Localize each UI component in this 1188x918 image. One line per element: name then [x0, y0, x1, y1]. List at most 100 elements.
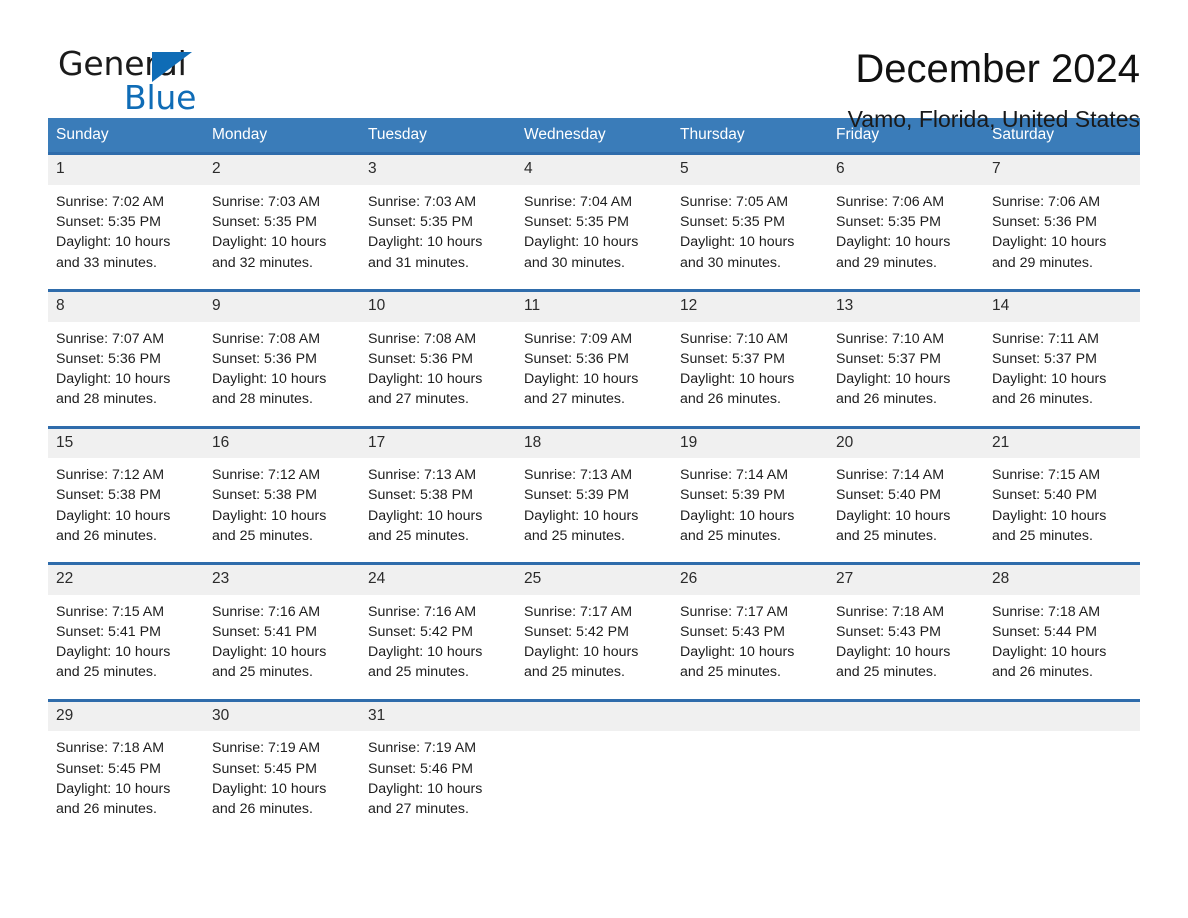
day-number-11[interactable]: 11 — [516, 292, 672, 322]
day-number-16[interactable]: 16 — [204, 429, 360, 459]
day-number-7[interactable]: 7 — [984, 155, 1140, 185]
week-detail-band: Sunrise: 7:12 AM Sunset: 5:38 PM Daylight:… — [48, 458, 1140, 562]
week-detail-band: Sunrise: 7:02 AM Sunset: 5:35 PM Daylight:… — [48, 185, 1140, 289]
daylight-text: Daylight: 10 hours and 25 minutes. — [56, 644, 171, 681]
day-number-30[interactable]: 30 — [204, 702, 360, 732]
day-number-18[interactable]: 18 — [516, 429, 672, 459]
sunset-text: Sunset: 5:35 PM — [56, 214, 161, 231]
day-number-9[interactable]: 9 — [204, 292, 360, 322]
day-cell-12[interactable]: Sunrise: 7:10 AM Sunset: 5:37 PM Daylight:… — [672, 322, 828, 426]
sunrise-text: Sunrise: 7:09 AM — [524, 330, 633, 347]
day-cell-29[interactable]: Sunrise: 7:18 AM Sunset: 5:45 PM Daylight:… — [48, 731, 204, 835]
day-cell-21[interactable]: Sunrise: 7:15 AM Sunset: 5:40 PM Daylight:… — [984, 458, 1140, 562]
sunrise-text: Sunrise: 7:08 AM — [212, 330, 321, 347]
sunrise-text: Sunrise: 7:18 AM — [56, 740, 165, 757]
day-cell-28[interactable]: Sunrise: 7:18 AM Sunset: 5:44 PM Daylight:… — [984, 595, 1140, 699]
day-number-3[interactable]: 3 — [360, 155, 516, 185]
daylight-text: Daylight: 10 hours and 32 minutes. — [212, 234, 327, 271]
day-cell-5[interactable]: Sunrise: 7:05 AM Sunset: 5:35 PM Daylight:… — [672, 185, 828, 289]
sunrise-text: Sunrise: 7:19 AM — [368, 740, 477, 757]
sunrise-text: Sunrise: 7:13 AM — [368, 467, 477, 484]
sunrise-text: Sunrise: 7:07 AM — [56, 330, 165, 347]
sunrise-text: Sunrise: 7:03 AM — [368, 193, 477, 210]
day-cell-23[interactable]: Sunrise: 7:16 AM Sunset: 5:41 PM Daylight:… — [204, 595, 360, 699]
day-cell-10[interactable]: Sunrise: 7:08 AM Sunset: 5:36 PM Daylight:… — [360, 322, 516, 426]
sunset-text: Sunset: 5:43 PM — [836, 623, 941, 640]
day-number-14[interactable]: 14 — [984, 292, 1140, 322]
day-cell-13[interactable]: Sunrise: 7:10 AM Sunset: 5:37 PM Daylight:… — [828, 322, 984, 426]
day-number-20[interactable]: 20 — [828, 429, 984, 459]
day-cell-30[interactable]: Sunrise: 7:19 AM Sunset: 5:45 PM Daylight:… — [204, 731, 360, 835]
day-cell-9[interactable]: Sunrise: 7:08 AM Sunset: 5:36 PM Daylight:… — [204, 322, 360, 426]
day-number-15[interactable]: 15 — [48, 429, 204, 459]
day-number-24[interactable]: 24 — [360, 565, 516, 595]
day-cell-14[interactable]: Sunrise: 7:11 AM Sunset: 5:37 PM Daylight:… — [984, 322, 1140, 426]
day-cell-22[interactable]: Sunrise: 7:15 AM Sunset: 5:41 PM Daylight:… — [48, 595, 204, 699]
sunset-text: Sunset: 5:35 PM — [680, 214, 785, 231]
day-cell-31[interactable]: Sunrise: 7:19 AM Sunset: 5:46 PM Daylight:… — [360, 731, 516, 835]
day-of-week-header-saturday: Saturday — [992, 126, 1055, 143]
day-cell-20[interactable]: Sunrise: 7:14 AM Sunset: 5:40 PM Daylight:… — [828, 458, 984, 562]
day-cell-25[interactable]: Sunrise: 7:17 AM Sunset: 5:42 PM Daylight:… — [516, 595, 672, 699]
sunset-text: Sunset: 5:36 PM — [212, 350, 317, 367]
daylight-text: Daylight: 10 hours and 25 minutes. — [680, 507, 795, 544]
day-cell-26[interactable]: Sunrise: 7:17 AM Sunset: 5:43 PM Daylight:… — [672, 595, 828, 699]
week-day-number-band: 29 30 31 — [48, 701, 1140, 732]
day-number-17[interactable]: 17 — [360, 429, 516, 459]
sunrise-text: Sunrise: 7:10 AM — [680, 330, 789, 347]
day-number-21[interactable]: 21 — [984, 429, 1140, 459]
day-number-19[interactable]: 19 — [672, 429, 828, 459]
day-number-27[interactable]: 27 — [828, 565, 984, 595]
sunrise-text: Sunrise: 7:16 AM — [368, 603, 477, 620]
day-cell-27[interactable]: Sunrise: 7:18 AM Sunset: 5:43 PM Daylight:… — [828, 595, 984, 699]
day-of-week-header-tuesday: Tuesday — [368, 126, 427, 143]
day-cell-2[interactable]: Sunrise: 7:03 AM Sunset: 5:35 PM Daylight:… — [204, 185, 360, 289]
day-cell-16[interactable]: Sunrise: 7:12 AM Sunset: 5:38 PM Daylight:… — [204, 458, 360, 562]
sunrise-text: Sunrise: 7:18 AM — [836, 603, 945, 620]
day-number-28[interactable]: 28 — [984, 565, 1140, 595]
day-of-week-header-friday: Friday — [836, 126, 880, 143]
day-number-6[interactable]: 6 — [828, 155, 984, 185]
day-cell-8[interactable]: Sunrise: 7:07 AM Sunset: 5:36 PM Daylight:… — [48, 322, 204, 426]
day-number-25[interactable]: 25 — [516, 565, 672, 595]
day-cell-17[interactable]: Sunrise: 7:13 AM Sunset: 5:38 PM Daylight:… — [360, 458, 516, 562]
day-number-13[interactable]: 13 — [828, 292, 984, 322]
day-cell-18[interactable]: Sunrise: 7:13 AM Sunset: 5:39 PM Daylight:… — [516, 458, 672, 562]
day-number-22[interactable]: 22 — [48, 565, 204, 595]
day-cell-11[interactable]: Sunrise: 7:09 AM Sunset: 5:36 PM Daylight:… — [516, 322, 672, 426]
day-number-5[interactable]: 5 — [672, 155, 828, 185]
sunrise-text: Sunrise: 7:02 AM — [56, 193, 165, 210]
day-cell-7[interactable]: Sunrise: 7:06 AM Sunset: 5:36 PM Daylight:… — [984, 185, 1140, 289]
day-number-23[interactable]: 23 — [204, 565, 360, 595]
sunrise-text: Sunrise: 7:05 AM — [680, 193, 789, 210]
sunset-text: Sunset: 5:35 PM — [836, 214, 941, 231]
day-number-31[interactable]: 31 — [360, 702, 516, 732]
daylight-text: Daylight: 10 hours and 30 minutes. — [680, 234, 795, 271]
day-number-2[interactable]: 2 — [204, 155, 360, 185]
day-number-8[interactable]: 8 — [48, 292, 204, 322]
daylight-text: Daylight: 10 hours and 27 minutes. — [368, 780, 483, 817]
daylight-text: Daylight: 10 hours and 27 minutes. — [524, 370, 639, 408]
sunrise-text: Sunrise: 7:15 AM — [992, 467, 1101, 484]
day-number-29[interactable]: 29 — [48, 702, 204, 732]
day-cell-15[interactable]: Sunrise: 7:12 AM Sunset: 5:38 PM Daylight:… — [48, 458, 204, 562]
sunset-text: Sunset: 5:38 PM — [368, 487, 473, 504]
day-cell-empty — [672, 731, 828, 835]
sunset-text: Sunset: 5:41 PM — [56, 623, 161, 640]
day-number-12[interactable]: 12 — [672, 292, 828, 322]
day-number-empty — [984, 702, 1140, 732]
day-number-4[interactable]: 4 — [516, 155, 672, 185]
day-number-1[interactable]: 1 — [48, 155, 204, 185]
day-number-26[interactable]: 26 — [672, 565, 828, 595]
day-cell-6[interactable]: Sunrise: 7:06 AM Sunset: 5:35 PM Daylight:… — [828, 185, 984, 289]
day-number-10[interactable]: 10 — [360, 292, 516, 322]
day-cell-24[interactable]: Sunrise: 7:16 AM Sunset: 5:42 PM Daylight:… — [360, 595, 516, 699]
sunset-text: Sunset: 5:38 PM — [212, 487, 317, 504]
day-cell-4[interactable]: Sunrise: 7:04 AM Sunset: 5:35 PM Daylight:… — [516, 185, 672, 289]
day-cell-19[interactable]: Sunrise: 7:14 AM Sunset: 5:39 PM Daylight:… — [672, 458, 828, 562]
sunrise-text: Sunrise: 7:06 AM — [992, 193, 1101, 210]
day-cell-1[interactable]: Sunrise: 7:02 AM Sunset: 5:35 PM Daylight:… — [48, 185, 204, 289]
day-cell-3[interactable]: Sunrise: 7:03 AM Sunset: 5:35 PM Daylight:… — [360, 185, 516, 289]
calendar-page: General Blue December 2024 Vamo, Florida… — [0, 0, 1188, 918]
sunrise-text: Sunrise: 7:15 AM — [56, 603, 165, 620]
